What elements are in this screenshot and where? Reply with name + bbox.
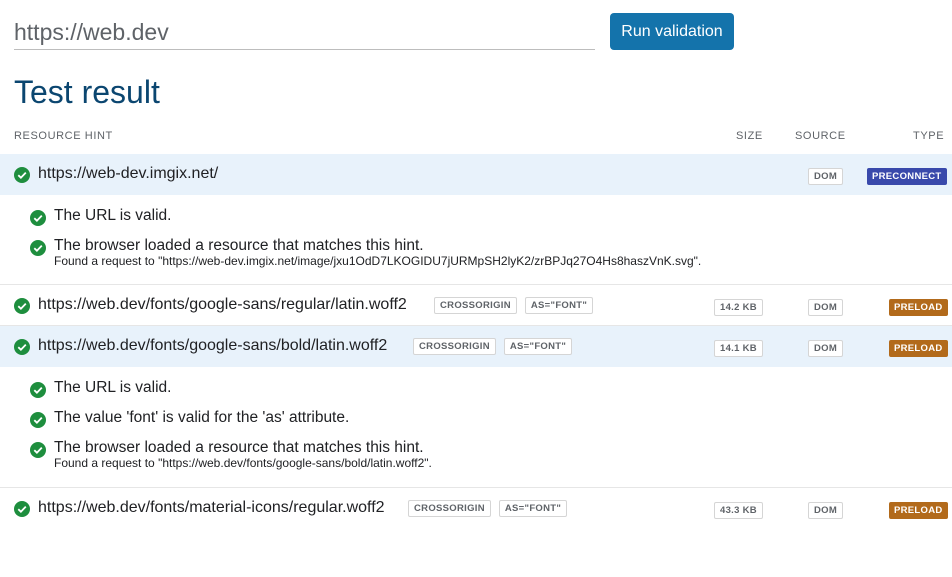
detail-text: The browser loaded a resource that match… <box>54 237 424 254</box>
hint-url: https://web.dev/fonts/google-sans/bold/l… <box>38 337 388 354</box>
size-badge: 14.2 KB <box>714 299 763 316</box>
list-item: The value 'font' is valid for the 'as' a… <box>0 402 952 432</box>
size-badge: 43.3 KB <box>714 502 763 519</box>
check-circle-icon <box>14 167 30 183</box>
type-badge: PRELOAD <box>889 299 948 316</box>
results-table: https://web-dev.imgix.net/ DOM PRECONNEC… <box>0 154 952 529</box>
type-badge: PRECONNECT <box>867 168 947 185</box>
found-request-text: Found a request to "https://web-dev.imgi… <box>54 254 702 268</box>
check-circle-icon <box>30 412 46 428</box>
header-size: SIZE <box>736 130 763 142</box>
size-badge: 14.1 KB <box>714 340 763 357</box>
as-font-chip: AS="FONT" <box>503 338 573 355</box>
type-badge: PRELOAD <box>889 340 948 357</box>
toolbar: Run validation <box>14 12 952 52</box>
header-type: TYPE <box>913 130 945 142</box>
crossorigin-chip: CROSSORIGIN <box>434 297 517 314</box>
check-circle-icon <box>14 298 30 314</box>
page-title: Test result <box>14 74 160 110</box>
attribute-chips: CROSSORIGIN AS="FONT" <box>434 297 594 314</box>
check-circle-icon <box>30 382 46 398</box>
check-circle-icon <box>30 210 46 226</box>
detail-text: The browser loaded a resource that match… <box>54 439 424 456</box>
row-details: The URL is valid. The browser loaded a r… <box>0 195 952 285</box>
found-request-text: Found a request to "https://web.dev/font… <box>54 456 432 470</box>
check-circle-icon <box>30 240 46 256</box>
detail-text: The URL is valid. <box>54 207 172 224</box>
check-circle-icon <box>14 339 30 355</box>
source-badge: DOM <box>808 299 844 316</box>
found-request: Found a request to "https://web-dev.imgi… <box>0 254 952 280</box>
source-badge: DOM <box>808 168 844 185</box>
list-item: The URL is valid. <box>0 200 952 230</box>
found-request: Found a request to "https://web.dev/font… <box>0 456 952 482</box>
crossorigin-chip: CROSSORIGIN <box>408 500 491 517</box>
run-validation-button[interactable]: Run validation <box>610 13 734 50</box>
list-item: The URL is valid. <box>0 372 952 402</box>
table-row[interactable]: https://web.dev/fonts/google-sans/regula… <box>0 285 952 326</box>
type-badge: PRELOAD <box>889 502 948 519</box>
table-row[interactable]: https://web-dev.imgix.net/ DOM PRECONNEC… <box>0 154 952 195</box>
hint-url: https://web-dev.imgix.net/ <box>38 165 219 182</box>
check-circle-icon <box>14 501 30 517</box>
as-font-chip: AS="FONT" <box>498 500 568 517</box>
header-resource-hint: RESOURCE HINT <box>14 130 113 142</box>
table-header: RESOURCE HINT SIZE SOURCE TYPE <box>0 128 952 146</box>
hint-url: https://web.dev/fonts/google-sans/regula… <box>38 296 407 313</box>
source-badge: DOM <box>808 340 844 357</box>
attribute-chips: CROSSORIGIN AS="FONT" <box>413 338 573 355</box>
detail-text: The URL is valid. <box>54 379 172 396</box>
as-font-chip: AS="FONT" <box>524 297 594 314</box>
crossorigin-chip: CROSSORIGIN <box>413 338 496 355</box>
url-input[interactable] <box>14 12 595 50</box>
check-circle-icon <box>30 442 46 458</box>
attribute-chips: CROSSORIGIN AS="FONT" <box>408 500 568 517</box>
detail-text: The value 'font' is valid for the 'as' a… <box>54 409 350 426</box>
table-row[interactable]: https://web.dev/fonts/material-icons/reg… <box>0 488 952 529</box>
hint-url: https://web.dev/fonts/material-icons/reg… <box>38 499 385 516</box>
source-badge: DOM <box>808 502 844 519</box>
table-row[interactable]: https://web.dev/fonts/google-sans/bold/l… <box>0 326 952 367</box>
row-details: The URL is valid. The value 'font' is va… <box>0 367 952 488</box>
header-source: SOURCE <box>795 130 846 142</box>
